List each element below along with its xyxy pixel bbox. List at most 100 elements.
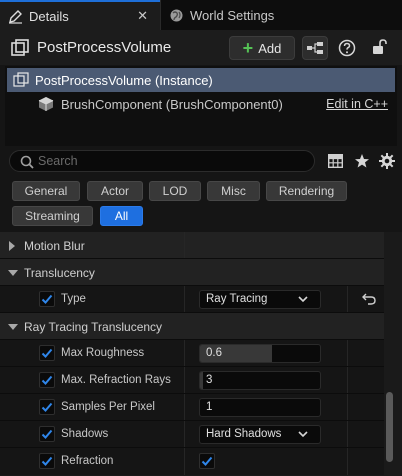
check-icon [41,294,53,304]
numeric-value: 0.6 [206,347,222,359]
chevron-down-icon [298,296,308,303]
tab-world-settings[interactable]: World Settings [165,0,305,30]
add-component-button[interactable]: + Add [229,36,295,60]
pencil-icon [9,9,22,24]
reset-to-default-icon[interactable] [362,293,376,305]
property-row-max-refraction-rays: Max. Refraction Rays 3 [0,367,384,394]
property-row-refraction: Refraction [0,448,384,475]
filter-general[interactable]: General [12,181,80,201]
search-input[interactable]: Search [9,150,315,172]
override-checkbox[interactable] [39,453,55,469]
column-divider [347,340,348,367]
collapse-arrow-icon[interactable] [8,324,18,330]
tab-world-settings-label: World Settings [190,7,275,23]
shadows-dropdown[interactable]: Hard Shadows [199,425,321,444]
property-row-max-roughness: Max Roughness 0.6 [0,340,384,367]
help-icon[interactable] [338,39,356,57]
category-label: Translucency [24,266,95,280]
filter-streaming[interactable]: Streaming [12,206,93,226]
property-row-samples-per-pixel: Samples Per Pixel 1 [0,394,384,421]
column-divider [347,394,348,421]
category-motion-blur[interactable]: Motion Blur [0,232,384,259]
add-button-label: Add [258,40,282,56]
override-checkbox[interactable] [39,426,55,442]
lock-icon[interactable] [372,38,388,56]
globe-icon [170,9,183,21]
check-icon [41,348,53,358]
column-divider [347,286,348,313]
check-icon [201,456,213,466]
property-label: Type [61,293,86,305]
dropdown-value: Ray Tracing [206,293,268,305]
column-divider [347,367,348,394]
override-checkbox[interactable] [39,345,55,361]
property-label: Samples Per Pixel [61,401,155,413]
filter-all[interactable]: All [100,206,143,226]
override-checkbox[interactable] [39,291,55,307]
column-divider [347,448,348,475]
search-icon [20,155,34,169]
tab-bar: Details ✕ World Settings [0,0,402,30]
property-label: Shadows [61,428,109,440]
samples-per-pixel-input[interactable]: 1 [199,398,321,417]
filter-rendering[interactable]: Rendering [266,181,347,201]
tree-item-brush-label: BrushComponent (BrushComponent0) [61,97,283,112]
post-process-volume-icon [11,39,29,56]
numeric-value: 3 [206,374,213,386]
column-divider [184,421,185,448]
filter-actor[interactable]: Actor [87,181,143,201]
tree-item-brush-component[interactable]: BrushComponent (BrushComponent0) Edit in… [5,92,397,116]
filter-lod[interactable]: LOD [149,181,201,201]
column-divider [184,367,185,394]
tab-details[interactable]: Details ✕ [0,0,160,30]
check-icon [41,429,53,439]
check-icon [41,402,53,412]
edit-in-cpp-link[interactable]: Edit in C++ [326,97,388,111]
column-divider [347,421,348,448]
blueprint-hierarchy-icon [307,42,323,54]
tab-divider [160,0,161,30]
filter-misc[interactable]: Misc [207,181,260,201]
dropdown-value: Hard Shadows [206,428,282,440]
override-checkbox[interactable] [39,399,55,415]
column-divider [184,232,185,259]
override-checkbox[interactable] [39,372,55,388]
blueprint-button[interactable] [302,36,328,60]
property-label: Max. Refraction Rays [61,374,171,386]
plus-icon: + [242,38,254,58]
slider-fill [200,372,203,389]
component-tree: PostProcessVolume (Instance) BrushCompon… [5,66,397,146]
max-roughness-slider[interactable]: 0.6 [199,344,321,363]
star-icon[interactable] [354,153,370,169]
type-dropdown[interactable]: Ray Tracing [199,290,321,309]
scrollbar-thumb[interactable] [386,392,393,462]
property-matrix-icon[interactable] [328,154,343,168]
category-label: Ray Tracing Translucency [24,320,163,334]
tree-item-root-label: PostProcessVolume (Instance) [35,73,213,88]
chevron-down-icon [298,431,308,438]
category-label: Motion Blur [24,239,85,253]
column-divider [184,286,185,313]
max-refraction-rays-input[interactable]: 3 [199,371,321,390]
details-header: PostProcessVolume + Add [0,30,402,65]
collapse-arrow-icon[interactable] [8,270,18,276]
refraction-checkbox[interactable] [199,453,215,469]
gear-icon[interactable] [379,153,395,169]
property-row-type: Type Ray Tracing [0,286,384,313]
property-row-shadows: Shadows Hard Shadows [0,421,384,448]
volume-icon [13,72,29,87]
numeric-value: 1 [206,401,213,413]
tab-details-label: Details [29,8,69,24]
page-title: PostProcessVolume [37,39,172,56]
column-divider [184,448,185,475]
property-label: Max Roughness [61,347,145,359]
column-divider [184,394,185,421]
column-divider [184,340,185,367]
category-translucency[interactable]: Translucency [0,259,384,286]
expand-arrow-icon[interactable] [9,241,15,251]
category-ray-tracing-translucency[interactable]: Ray Tracing Translucency [0,313,384,340]
close-icon[interactable]: ✕ [137,8,148,24]
search-placeholder: Search [38,154,78,168]
tree-item-root[interactable]: PostProcessVolume (Instance) [7,68,395,92]
property-grid: Motion Blur Translucency Type Ray Tracin… [0,232,402,476]
